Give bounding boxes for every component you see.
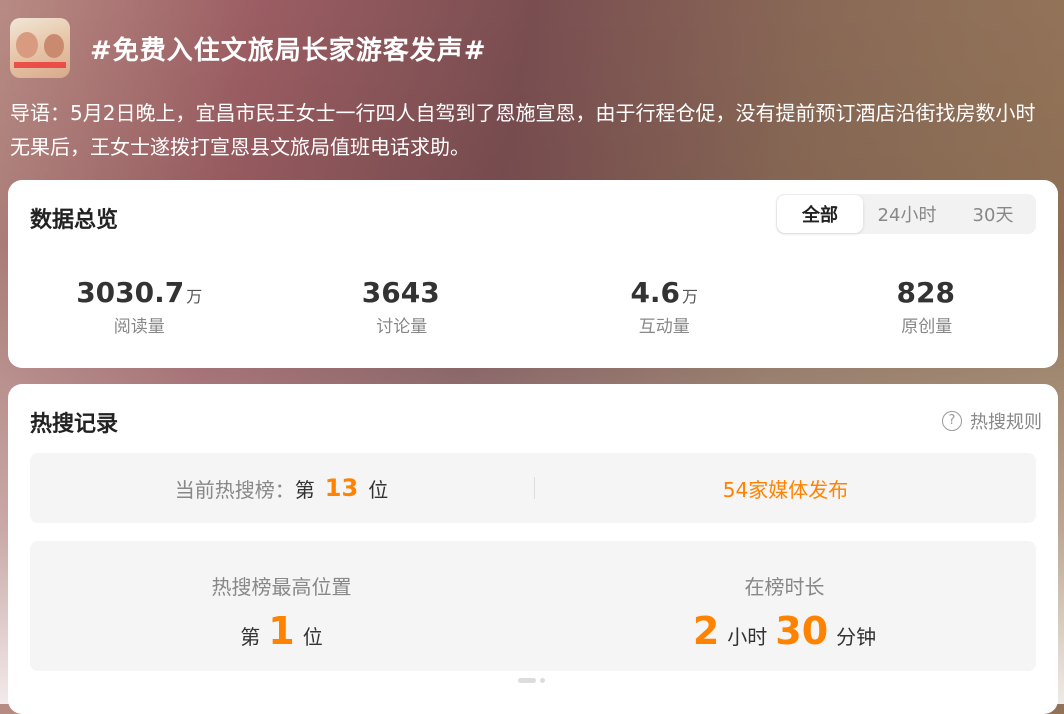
duration-label: 在榜时长	[744, 575, 825, 599]
rules-label: 热搜规则	[970, 412, 1042, 433]
thumbnail-person-1	[16, 32, 38, 58]
current-rank-prefix: 第	[294, 477, 315, 502]
stat-reads-label: 阅读量	[113, 317, 165, 337]
peak-suffix: 位	[302, 625, 323, 649]
peak-rank-value: 1	[268, 609, 295, 653]
stat-discussions-label: 讨论量	[376, 317, 428, 337]
pagination-dot[interactable]	[540, 678, 545, 683]
duration-minutes: 30	[775, 609, 829, 653]
peak-position: 热搜榜最高位置 第 1 位	[30, 541, 533, 671]
tab-24h[interactable]: 24小时	[864, 194, 950, 234]
stat-originals-label: 原创量	[901, 317, 953, 337]
stat-reads-value: 3030.7	[76, 276, 185, 309]
current-rank-value: 13	[324, 474, 359, 502]
media-publish-link[interactable]: 54家媒体发布	[723, 474, 848, 503]
stat-originals-value: 828	[896, 276, 955, 309]
pagination-dots	[518, 678, 545, 683]
stat-originals: 828 原创量	[796, 276, 1059, 346]
time-range-tabs: 全部 24小时 30天	[776, 194, 1036, 234]
question-circle-icon: ?	[942, 411, 962, 431]
stat-discussions-value: 3643	[361, 276, 440, 309]
topic-title: #免费入住文旅局长家游客发声#	[90, 36, 487, 66]
duration-value-wrap: 2 小时 30 分钟	[533, 610, 1036, 652]
stat-discussions: 3643 讨论量	[271, 276, 534, 346]
duration-minutes-unit: 分钟	[836, 625, 877, 649]
peak-position-label: 热搜榜最高位置	[211, 575, 352, 599]
duration-hours: 2	[692, 609, 720, 653]
stat-interactions-value: 4.6	[630, 276, 681, 309]
peak-position-value-wrap: 第 1 位	[30, 610, 533, 652]
on-list-duration: 在榜时长 2 小时 30 分钟	[533, 541, 1036, 671]
pagination-dot-active[interactable]	[518, 678, 536, 683]
stats-row: 3030.7 万 阅读量 3643 讨论量 4.6 万 互动量 828 原创量	[8, 276, 1058, 346]
stat-reads-unit: 万	[186, 287, 203, 306]
current-rank-row: 当前热搜榜： 第 13 位 54家媒体发布	[30, 453, 1036, 523]
current-rank: 当前热搜榜： 第 13 位	[30, 453, 533, 523]
tab-30d[interactable]: 30天	[950, 194, 1036, 234]
data-overview-card: 数据总览 全部 24小时 30天 3030.7 万 阅读量 3643 讨论量 4.…	[8, 180, 1058, 368]
thumbnail-caption-bar	[14, 62, 66, 68]
hot-search-card: 热搜记录 ? 热搜规则 当前热搜榜： 第 13 位 54家媒体发布 热搜榜最高位…	[8, 384, 1058, 714]
topic-intro: 导语：5月2日晚上，宜昌市民王女士一行四人自驾到了恩施宣恩，由于行程仓促，没有提…	[10, 101, 1036, 159]
stat-interactions-unit: 万	[682, 287, 699, 306]
thumbnail-person-2	[44, 34, 64, 58]
topic-header: #免费入住文旅局长家游客发声#	[10, 18, 1054, 82]
current-rank-label: 当前热搜榜：	[174, 477, 295, 502]
tab-all[interactable]: 全部	[777, 195, 863, 233]
peak-duration-row: 热搜榜最高位置 第 1 位 在榜时长 2 小时 30 分钟	[30, 541, 1036, 671]
media-publish: 54家媒体发布	[535, 453, 1036, 523]
duration-hours-unit: 小时	[727, 625, 768, 649]
stat-interactions: 4.6 万 互动量	[533, 276, 796, 346]
peak-prefix: 第	[240, 625, 261, 649]
overview-title: 数据总览	[30, 208, 119, 233]
topic-thumbnail[interactable]	[10, 18, 70, 78]
hot-search-title: 热搜记录	[30, 412, 119, 437]
stat-interactions-label: 互动量	[638, 317, 690, 337]
current-rank-suffix: 位	[368, 477, 389, 502]
stat-reads: 3030.7 万 阅读量	[8, 276, 271, 346]
hot-search-rules-link[interactable]: ? 热搜规则	[942, 408, 1042, 434]
